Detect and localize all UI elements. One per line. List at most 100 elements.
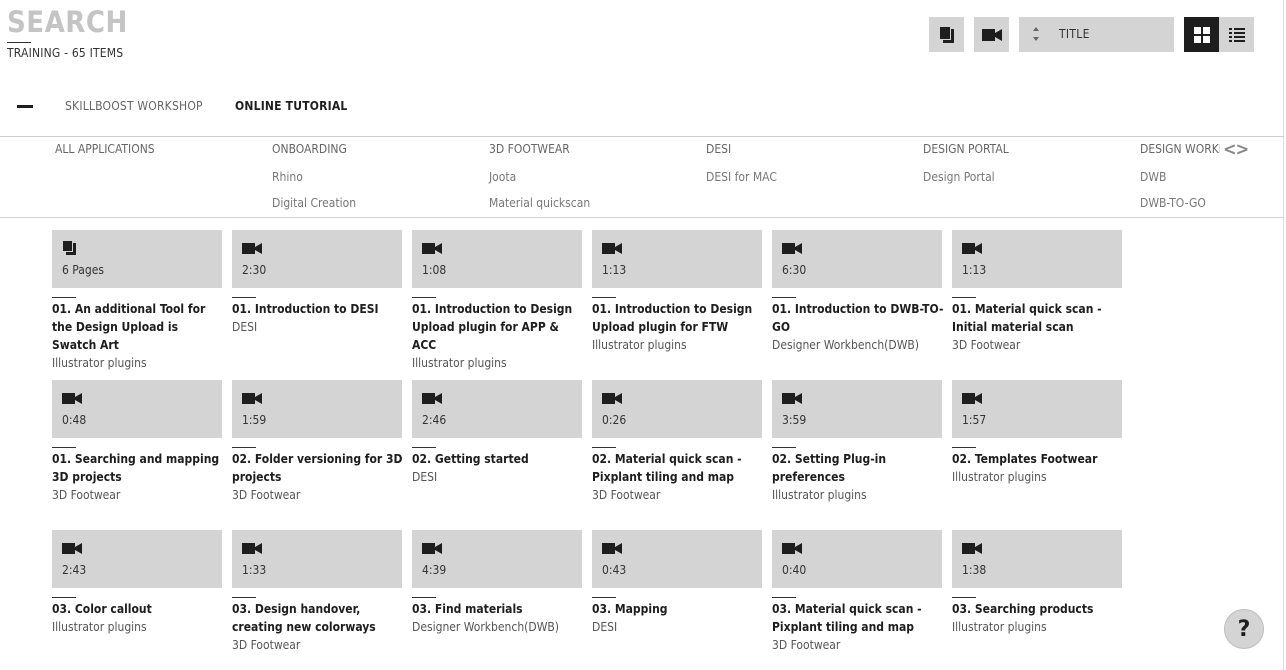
training-card[interactable]: 0:40 03. Material quick scan - Pixplant t…	[772, 530, 942, 670]
filter-all-applications[interactable]: ALL APPLICATIONS	[55, 142, 155, 156]
card-thumbnail[interactable]: 1:08	[412, 230, 582, 288]
training-card[interactable]: 6 Pages 01. An additional Tool for the De…	[52, 230, 222, 370]
card-title-text[interactable]: 01. An additional Tool for the Design Up…	[52, 300, 226, 354]
card-title[interactable]: 01. Introduction to Design Upload plugin…	[412, 300, 586, 372]
card-title-text[interactable]: 03. Searching products	[952, 600, 1126, 618]
card-title[interactable]: 02. Material quick scan - Pixplant tilin…	[592, 450, 766, 504]
card-thumbnail[interactable]: 2:43	[52, 530, 222, 588]
card-thumbnail[interactable]: 1:57	[952, 380, 1122, 438]
tab-skillboost-workshop[interactable]: SKILLBOOST WORKSHOP	[65, 99, 203, 113]
filter-item[interactable]: DWB	[1140, 170, 1166, 184]
card-thumbnail[interactable]: 1:33	[232, 530, 402, 588]
help-button[interactable]: ?	[1224, 609, 1264, 649]
training-card[interactable]: 4:39 03. Find materials Designer Workbench…	[412, 530, 582, 670]
scroll-left-arrow-icon[interactable]: <	[1223, 139, 1237, 160]
card-title[interactable]: 01. Material quick scan - Initial materi…	[952, 300, 1126, 354]
card-title-text[interactable]: 01. Introduction to Design Upload plugin…	[412, 300, 586, 354]
card-thumbnail[interactable]: 6:30	[772, 230, 942, 288]
list-view-button[interactable]	[1219, 17, 1254, 52]
card-title[interactable]: 03. Color callout Illustrator plugins	[52, 600, 226, 636]
training-card[interactable]: 3:59 02. Setting Plug-in preferences Illus…	[772, 380, 942, 520]
card-title-text[interactable]: 03. Find materials	[412, 600, 586, 618]
training-card[interactable]: 2:43 03. Color callout Illustrator plugins	[52, 530, 222, 670]
card-title-text[interactable]: 02. Setting Plug-in preferences	[772, 450, 946, 486]
card-title[interactable]: 02. Templates Footwear Illustrator plugin…	[952, 450, 1126, 486]
tab-online-tutorial[interactable]: ONLINE TUTORIAL	[235, 99, 348, 113]
card-title-text[interactable]: 01. Introduction to Design Upload plugin…	[592, 300, 766, 336]
card-title-text[interactable]: 03. Color callout	[52, 600, 226, 618]
sort-dropdown[interactable]: TITLE	[1019, 17, 1174, 52]
filter-design-portal[interactable]: DESIGN PORTAL	[923, 142, 1009, 156]
card-title-text[interactable]: 02. Folder versioning for 3D projects	[232, 450, 406, 486]
filter-design-workbench[interactable]: DESIGN WORKBENCH	[1140, 142, 1220, 156]
filter-item[interactable]: Digital Creation	[272, 196, 356, 210]
card-title-text[interactable]: 02. Templates Footwear	[952, 450, 1126, 468]
filter-item[interactable]: Rhino	[272, 170, 303, 184]
card-title[interactable]: 03. Design handover, creating new colorw…	[232, 600, 406, 654]
training-card[interactable]: 1:13 01. Introduction to Design Upload pl…	[592, 230, 762, 370]
card-title[interactable]: 02. Setting Plug-in preferences Illustrat…	[772, 450, 946, 504]
filter-item[interactable]: Design Portal	[923, 170, 995, 184]
training-card[interactable]: 1:38 03. Searching products Illustrator pl…	[952, 530, 1122, 670]
filter-item[interactable]: DESI for MAC	[706, 170, 777, 184]
card-thumbnail[interactable]: 1:38	[952, 530, 1122, 588]
filter-onboarding[interactable]: ONBOARDING	[272, 142, 347, 156]
filter-item[interactable]: DWB-TO-GO	[1140, 196, 1206, 210]
card-title-text[interactable]: 01. Introduction to DESI	[232, 300, 406, 318]
filter-3d-footwear[interactable]: 3D FOOTWEAR	[489, 142, 570, 156]
card-title[interactable]: 01. Introduction to Design Upload plugin…	[592, 300, 766, 354]
card-title-text[interactable]: 01. Searching and mapping 3D projects	[52, 450, 226, 486]
card-title[interactable]: 01. Introduction to DESI DESI	[232, 300, 406, 336]
training-card[interactable]: 1:59 02. Folder versioning for 3D project…	[232, 380, 402, 520]
filter-desi[interactable]: DESI	[706, 142, 731, 156]
training-card[interactable]: 2:30 01. Introduction to DESI DESI	[232, 230, 402, 370]
card-thumbnail[interactable]: 0:40	[772, 530, 942, 588]
training-card[interactable]: 1:13 01. Material quick scan - Initial ma…	[952, 230, 1122, 370]
filter-item[interactable]: Material quickscan	[489, 196, 590, 210]
training-card[interactable]: 0:48 01. Searching and mapping 3D project…	[52, 380, 222, 520]
training-card[interactable]: 1:33 03. Design handover, creating new co…	[232, 530, 402, 670]
filter-item[interactable]: Joota	[489, 170, 516, 184]
card-title[interactable]: 03. Find materials Designer Workbench(DWB…	[412, 600, 586, 636]
card-title[interactable]: 02. Getting started DESI	[412, 450, 586, 486]
filter-documents-button[interactable]	[929, 17, 964, 52]
card-title-underline	[592, 297, 616, 298]
collapse-dash-icon[interactable]	[17, 105, 33, 108]
training-card[interactable]: 6:30 01. Introduction to DWB-TO-GO Designe…	[772, 230, 943, 370]
card-title[interactable]: 03. Mapping DESI	[592, 600, 766, 636]
card-thumbnail[interactable]: 2:46	[412, 380, 582, 438]
training-card[interactable]: 1:08 01. Introduction to Design Upload pl…	[412, 230, 582, 370]
card-duration: 0:40	[782, 563, 807, 577]
training-card[interactable]: 0:26 02. Material quick scan - Pixplant t…	[592, 380, 762, 520]
card-title[interactable]: 01. An additional Tool for the Design Up…	[52, 300, 226, 372]
card-thumbnail[interactable]: 1:59	[232, 380, 402, 438]
card-title[interactable]: 02. Folder versioning for 3D projects 3D …	[232, 450, 406, 504]
card-thumbnail[interactable]: 4:39	[412, 530, 582, 588]
training-card[interactable]: 2:46 02. Getting started DESI	[412, 380, 582, 520]
filter-scroll-arrows: <>	[1223, 139, 1250, 160]
training-card[interactable]: 1:57 02. Templates Footwear Illustrator pl…	[952, 380, 1122, 520]
scroll-right-arrow-icon[interactable]: >	[1236, 139, 1250, 160]
card-thumbnail[interactable]: 3:59	[772, 380, 942, 438]
card-title-text[interactable]: 01. Material quick scan - Initial materi…	[952, 300, 1126, 336]
card-title[interactable]: 03. Material quick scan - Pixplant tilin…	[772, 600, 946, 654]
card-thumbnail[interactable]: 0:48	[52, 380, 222, 438]
card-thumbnail[interactable]: 2:30	[232, 230, 402, 288]
card-title-text[interactable]: 02. Getting started	[412, 450, 586, 468]
training-card[interactable]: 0:43 03. Mapping DESI	[592, 530, 762, 670]
card-thumbnail[interactable]: 0:43	[592, 530, 762, 588]
card-title[interactable]: 01. Introduction to DWB-TO-GO Designer Wo…	[772, 300, 946, 354]
card-title[interactable]: 03. Searching products Illustrator plugin…	[952, 600, 1126, 636]
card-title-text[interactable]: 03. Mapping	[592, 600, 766, 618]
card-thumbnail[interactable]: 1:13	[952, 230, 1122, 288]
card-thumbnail[interactable]: 0:26	[592, 380, 762, 438]
card-title-text[interactable]: 03. Design handover, creating new colorw…	[232, 600, 406, 636]
card-title-text[interactable]: 03. Material quick scan - Pixplant tilin…	[772, 600, 946, 636]
card-title[interactable]: 01. Searching and mapping 3D projects 3D …	[52, 450, 226, 504]
card-title-text[interactable]: 01. Introduction to DWB-TO-GO	[772, 300, 946, 336]
card-thumbnail[interactable]: 6 Pages	[52, 230, 222, 288]
filter-videos-button[interactable]	[974, 17, 1009, 52]
card-thumbnail[interactable]: 1:13	[592, 230, 762, 288]
card-title-text[interactable]: 02. Material quick scan - Pixplant tilin…	[592, 450, 766, 486]
grid-view-button[interactable]	[1184, 17, 1219, 52]
